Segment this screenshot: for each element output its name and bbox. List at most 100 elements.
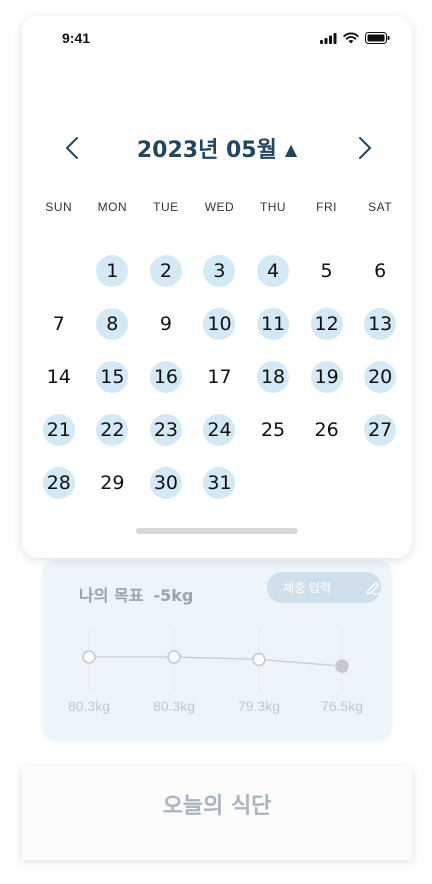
calendar-empty-cell bbox=[246, 456, 300, 509]
calendar-day[interactable]: 22 bbox=[86, 403, 140, 456]
calendar-day[interactable]: 3 bbox=[193, 244, 247, 297]
calendar-week: 14 15 16 17 18 19 20 bbox=[32, 350, 407, 403]
calendar-day[interactable]: 17 bbox=[193, 350, 247, 403]
day-number: 7 bbox=[52, 312, 65, 335]
calendar-day[interactable]: 25 bbox=[246, 403, 300, 456]
calendar-day[interactable]: 18 bbox=[246, 350, 300, 403]
battery-icon bbox=[365, 32, 390, 44]
day-number: 19 bbox=[310, 360, 343, 393]
chevron-right-icon bbox=[359, 137, 371, 159]
calendar-day[interactable]: 5 bbox=[300, 244, 354, 297]
status-bar: 9:41 bbox=[22, 16, 412, 62]
day-number: 6 bbox=[374, 259, 387, 282]
day-number: 4 bbox=[257, 254, 290, 287]
calendar-day[interactable]: 23 bbox=[139, 403, 193, 456]
day-number: 9 bbox=[159, 312, 172, 335]
calendar-day[interactable]: 29 bbox=[86, 456, 140, 509]
calendar-day[interactable]: 26 bbox=[300, 403, 354, 456]
meal-card[interactable]: 오늘의 식단 bbox=[22, 766, 412, 860]
calendar-week: 28 29 30 31 bbox=[32, 456, 407, 509]
day-number bbox=[257, 467, 289, 499]
home-indicator[interactable] bbox=[136, 528, 298, 534]
calendar-day[interactable]: 19 bbox=[300, 350, 354, 403]
caret-up-icon: ▲ bbox=[284, 140, 298, 159]
day-number: 17 bbox=[207, 365, 232, 388]
calendar-day[interactable]: 4 bbox=[246, 244, 300, 297]
status-icons bbox=[320, 32, 390, 44]
calendar-day[interactable]: 16 bbox=[139, 350, 193, 403]
day-number: 26 bbox=[314, 418, 339, 441]
calendar-card: 9:41 2023년 05월 ▲ SUN MON TUE WED THU FRI… bbox=[22, 16, 412, 558]
day-number: 30 bbox=[149, 466, 182, 499]
day-number bbox=[364, 467, 396, 499]
calendar-day[interactable]: 14 bbox=[32, 350, 86, 403]
calendar-day[interactable]: 31 bbox=[193, 456, 247, 509]
calendar-day[interactable]: 6 bbox=[353, 244, 407, 297]
day-number: 24 bbox=[203, 413, 236, 446]
calendar-empty-cell bbox=[300, 456, 354, 509]
weight-point[interactable] bbox=[335, 659, 349, 673]
day-number: 14 bbox=[46, 365, 71, 388]
weekday-label: FRI bbox=[316, 200, 338, 214]
day-number: 13 bbox=[364, 307, 397, 340]
day-number bbox=[311, 467, 343, 499]
calendar-day[interactable]: 24 bbox=[193, 403, 247, 456]
calendar-day[interactable]: 27 bbox=[353, 403, 407, 456]
day-number: 31 bbox=[203, 466, 236, 499]
weight-point[interactable] bbox=[252, 652, 266, 667]
calendar-day[interactable]: 30 bbox=[139, 456, 193, 509]
day-number: 1 bbox=[96, 254, 129, 287]
calendar-week: 7 8 9 10 11 12 13 bbox=[32, 297, 407, 350]
calendar-week: 1234 5 6 bbox=[32, 244, 407, 297]
calendar-grid: 1 2 3 4 5 6 7 8 9 10 11 12 13 14 15 16 17 18 19 20 21 22 23 24 2… bbox=[32, 244, 407, 509]
weight-label: 80.3kg bbox=[68, 698, 110, 714]
day-number: 22 bbox=[96, 413, 129, 446]
day-number: 3 bbox=[203, 254, 236, 287]
weekday-label: MON bbox=[97, 200, 128, 214]
calendar-week: 21 22 23 24 25 26 27 bbox=[32, 403, 407, 456]
day-number: 8 bbox=[96, 307, 129, 340]
day-number: 28 bbox=[42, 466, 75, 499]
weight-label: 79.3kg bbox=[238, 698, 280, 714]
calendar-day[interactable]: 11 bbox=[246, 297, 300, 350]
day-number: 27 bbox=[364, 413, 397, 446]
day-number: 10 bbox=[203, 307, 236, 340]
weekday-label: TUE bbox=[153, 200, 179, 214]
day-number bbox=[43, 255, 75, 287]
day-number: 18 bbox=[257, 360, 290, 393]
day-number: 16 bbox=[149, 360, 182, 393]
wifi-icon bbox=[343, 32, 359, 44]
calendar-day[interactable]: 28 bbox=[32, 456, 86, 509]
weekday-label: THU bbox=[259, 200, 287, 214]
day-number: 5 bbox=[320, 259, 333, 282]
calendar-day[interactable]: 9 bbox=[139, 297, 193, 350]
weight-label: 76.5kg bbox=[321, 698, 363, 714]
day-number: 23 bbox=[149, 413, 182, 446]
calendar-day[interactable]: 21 bbox=[32, 403, 86, 456]
weight-point[interactable] bbox=[167, 650, 181, 664]
calendar-day[interactable]: 13 bbox=[353, 297, 407, 350]
calendar-day[interactable]: 10 bbox=[193, 297, 247, 350]
meal-title: 오늘의 식단 bbox=[162, 794, 272, 819]
month-title: 2023년 05월 bbox=[136, 138, 277, 163]
calendar-day[interactable]: 2 bbox=[139, 244, 193, 297]
calendar-day[interactable]: 7 bbox=[32, 297, 86, 350]
calendar-day[interactable]: 12 bbox=[300, 297, 354, 350]
calendar-day[interactable]: 20 bbox=[353, 350, 407, 403]
day-number: 20 bbox=[364, 360, 397, 393]
calendar-empty-cell bbox=[32, 244, 86, 297]
next-month-button[interactable] bbox=[351, 134, 379, 162]
month-header: 2023년 05월 ▲ bbox=[22, 128, 412, 168]
calendar-day[interactable]: 8 bbox=[86, 297, 140, 350]
day-number: 21 bbox=[42, 413, 75, 446]
weekday-header: SUN MON TUE WED THU FRI SAT bbox=[32, 200, 407, 214]
calendar-day[interactable]: 1 bbox=[86, 244, 140, 297]
weekday-label: SAT bbox=[368, 200, 393, 214]
day-number: 11 bbox=[257, 307, 290, 340]
calendar-day[interactable]: 15 bbox=[86, 350, 140, 403]
weight-point[interactable] bbox=[82, 650, 96, 664]
day-number: 12 bbox=[310, 307, 343, 340]
weight-chart: 80.3kg 80.3kg 79.3kg 76.5kg bbox=[68, 630, 363, 714]
day-number: 15 bbox=[96, 360, 129, 393]
weekday-label: SUN bbox=[45, 200, 73, 214]
